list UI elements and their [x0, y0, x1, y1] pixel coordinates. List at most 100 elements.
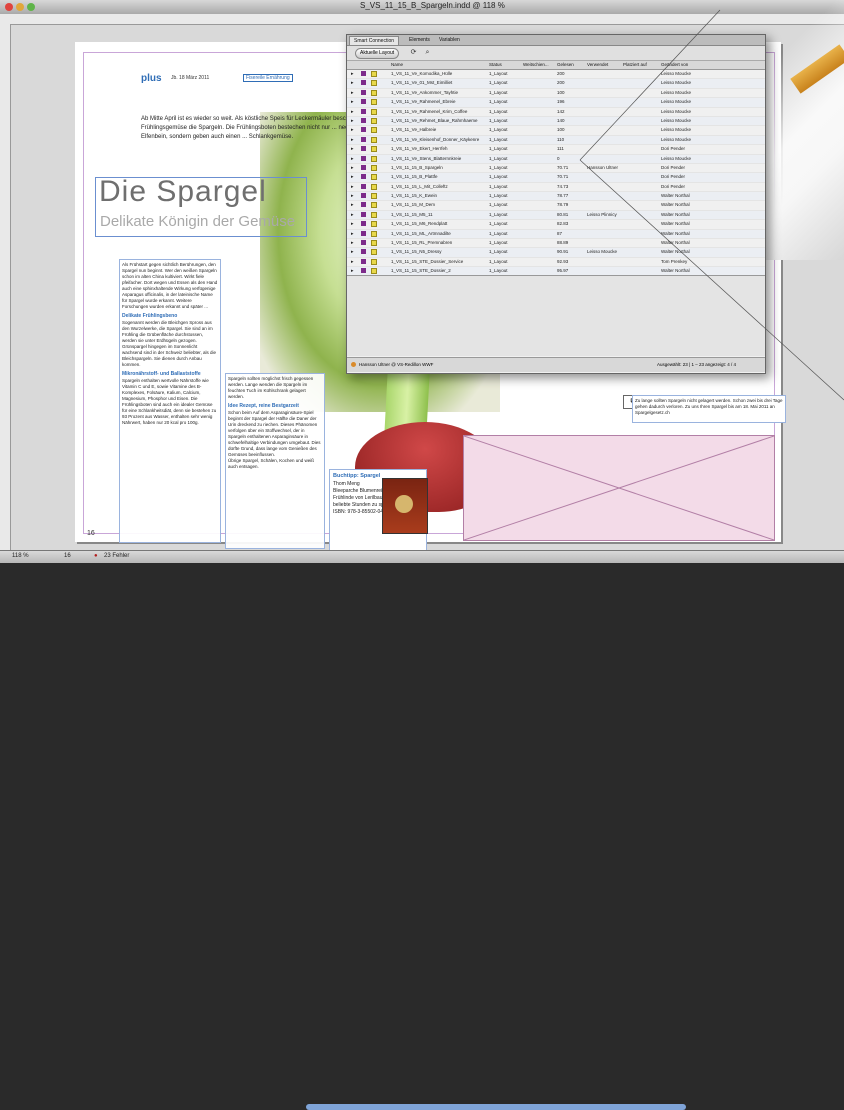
page-number-left: 16 — [87, 530, 95, 537]
text-column-2[interactable]: Spargeln sollten möglichst frisch gegess… — [225, 373, 325, 549]
expand-triangle-icon[interactable]: ▸ — [351, 80, 354, 86]
expand-triangle-icon[interactable]: ▸ — [351, 212, 354, 218]
file-row[interactable]: ▸ 1_VS_11_15_B_Plattfe 1_Layout 70.71 Dori P… — [347, 173, 765, 183]
file-row[interactable]: ▸ 1_VS_11_Ve_Ankommer_Tayhtie 1_Layout 100 L… — [347, 89, 765, 99]
file-row[interactable]: ▸ 1_VS_11_15_M6_Rendplatt 1_Layout 82.83 Wal… — [347, 220, 765, 230]
expand-triangle-icon[interactable]: ▸ — [351, 174, 354, 180]
file-modified-by: Walter Northal — [661, 211, 690, 217]
col-read[interactable]: Gelesen — [557, 62, 574, 67]
intro-text-frame[interactable]: Ab Mitte April ist es wieder so weit. Al… — [141, 115, 371, 142]
file-row[interactable]: ▸ 1_VS_11_15_M5_11 1_Layout 80.81 Leisso Pli… — [347, 210, 765, 221]
section-tag[interactable]: Fisereile Ernährung — [243, 74, 293, 82]
page-selector[interactable]: 16 — [64, 553, 71, 559]
tab-variables[interactable]: Variablen — [435, 36, 464, 44]
file-row[interactable]: ▸ 1_VS_11_15_N5_Dressy 1_Layout 90.91 Leisso… — [347, 248, 765, 258]
file-name: 1_VS_11_Ve_Ekert_Herrfeh — [391, 146, 448, 152]
expand-triangle-icon[interactable]: ▸ — [351, 127, 354, 133]
panel-column-headers: Name Status Weitschien... Gelesen Verwen… — [347, 61, 765, 70]
expand-triangle-icon[interactable]: ▸ — [351, 240, 354, 246]
expand-triangle-icon[interactable]: ▸ — [351, 193, 354, 199]
layout-file-icon — [361, 136, 366, 142]
expand-triangle-icon[interactable]: ▸ — [351, 221, 354, 227]
file-row[interactable]: ▸ 1_VS_11_15_M_Dem 1_Layout 78.79 Walter Nor… — [347, 201, 765, 211]
close-window-button[interactable] — [5, 3, 13, 11]
file-row[interactable]: ▸ 1_VS_11_Ve_Stens_Blatternnkreie 1_Layout… — [347, 154, 765, 164]
file-read-pages: 0 — [557, 155, 560, 161]
file-row[interactable]: ▸ 1_VS_11_Ve_Ekert_Herrfeh 1_Layout 111 Dori… — [347, 145, 765, 155]
file-used-by: Hansson Ultner — [587, 164, 619, 170]
file-name: 1_VS_11_15_B_Plattfe — [391, 174, 438, 180]
preflight-errors[interactable]: 23 Fehler — [104, 553, 129, 559]
file-row[interactable]: ▸ 1_VS_11_Ve_Rahmenel_Ebreie 1_Layout 196 Le… — [347, 98, 765, 108]
horizontal-ruler[interactable] — [0, 14, 844, 25]
file-row[interactable]: ▸ 1_VS_11_Ve_Halbreie 1_Layout 100 Leisso Mo… — [347, 126, 765, 136]
file-row[interactable]: ▸ 1_VS_11_15_ML_Artmnadilte 1_Layout 87 Walt… — [347, 229, 765, 240]
file-row[interactable]: ▸ 1_VS_11_15_RL_Premnabren 1_Layout 88.89 Wa… — [347, 239, 765, 249]
window-title: S_VS_11_15_B_Spargeln.indd @ 118 % — [360, 1, 505, 10]
tab-smart-connection[interactable]: Smart Connection — [349, 36, 400, 45]
col-used[interactable]: Verwendet — [587, 62, 608, 67]
file-read-pages: 196 — [557, 99, 565, 105]
expand-triangle-icon[interactable]: ▸ — [351, 156, 354, 162]
layout-file-icon — [361, 193, 366, 199]
file-modified-by: Leisso Moucke — [661, 99, 692, 105]
file-row[interactable]: ▸ 1_VS_11_Ve_Rahmenel_Krim_Coffee 1_Layout… — [347, 108, 765, 117]
expand-triangle-icon[interactable]: ▸ — [351, 90, 354, 96]
file-row[interactable]: ▸ 1_VS_11_Ve_Rehmet_Blaue_Rahmhaeme 1_Layo… — [347, 116, 765, 127]
file-row[interactable]: ▸ 1_VS_11_15_B_Spargeln 1_Layout 70.71 Hanss… — [347, 164, 765, 174]
vertical-ruler[interactable] — [0, 24, 11, 550]
expand-triangle-icon[interactable]: ▸ — [351, 118, 354, 124]
col-modified-by[interactable]: Geändert von — [661, 62, 688, 67]
file-modified-by: Dori Pender — [661, 146, 686, 152]
search-icon[interactable]: ⌕ — [423, 48, 432, 57]
horizontal-scrollbar[interactable] — [306, 1104, 686, 1110]
expand-triangle-icon[interactable]: ▸ — [351, 99, 354, 105]
file-status: 1_Layout — [489, 183, 508, 189]
expand-triangle-icon[interactable]: ▸ — [351, 202, 354, 208]
expand-triangle-icon[interactable]: ▸ — [351, 137, 354, 143]
file-row[interactable]: ▸ 1_VS_11_15_L_Mit_Colleftz 1_Layout 74.73 D… — [347, 183, 765, 193]
expand-triangle-icon[interactable]: ▸ — [351, 109, 354, 115]
status-folder-icon — [371, 89, 377, 96]
preflight-error-icon[interactable]: ● — [94, 553, 98, 559]
status-folder-icon — [371, 249, 377, 256]
file-row[interactable]: ▸ 1_VS_11_Ve_01_Mst_Eimilliet 1_Layout 200 L… — [347, 79, 765, 89]
file-row[interactable]: ▸ 1_VS_11_15_K_Ewein 1_Layout 78.77 Walter N… — [347, 192, 765, 202]
file-name: 1_VS_11_Ve_Komodika_Hülle — [391, 71, 453, 76]
file-row[interactable]: ▸ 1_VS_11_15_STE_Dossier_Service 1_Layout 9… — [347, 258, 765, 268]
expand-triangle-icon[interactable]: ▸ — [351, 268, 354, 274]
column2-body-3: Übrige Spargel, Schälen, Kochen und weiß… — [228, 458, 315, 469]
panel-file-list[interactable]: ▸ 1_VS_11_Ve_Komodika_Hülle 1_Layout 200 Lei… — [347, 70, 765, 286]
expand-triangle-icon[interactable]: ▸ — [351, 249, 354, 255]
file-read-pages: 90.91 — [557, 249, 569, 255]
current-layout-button[interactable]: Aktuelle Layout — [355, 48, 400, 59]
file-read-pages: 87 — [557, 230, 563, 236]
refresh-icon[interactable]: ⟳ — [409, 48, 418, 57]
expand-triangle-icon[interactable]: ▸ — [351, 184, 354, 190]
empty-image-frame[interactable] — [463, 435, 775, 541]
expand-triangle-icon[interactable]: ▸ — [351, 165, 354, 171]
file-status: 1_Layout — [489, 164, 508, 170]
text-column-1[interactable]: Als Frühstart gegen sichtlich Berührunge… — [119, 259, 221, 543]
file-row[interactable]: ▸ 1_VS_11_Ve_Kleisenhof_Donner_Käykenre 1_… — [347, 135, 765, 146]
zoom-window-button[interactable] — [27, 3, 35, 11]
file-modified-by: Leisso Moucke — [661, 136, 692, 142]
tab-elements[interactable]: Elements — [405, 36, 434, 44]
minimize-window-button[interactable] — [16, 3, 24, 11]
col-name[interactable]: Name — [391, 62, 403, 67]
right-text-frame[interactable]: Zu lange sollten Spargeln nicht gelagert… — [632, 395, 786, 423]
col-placed[interactable]: Platziert auf — [623, 62, 647, 67]
file-row[interactable]: ▸ 1_VS_11_Ve_Komodika_Hülle 1_Layout 200 Lei… — [347, 70, 765, 80]
layout-file-icon — [361, 249, 366, 255]
file-name: 1_VS_11_Ve_Kleisenhof_Donner_Käykenre — [391, 136, 480, 142]
col-status[interactable]: Status — [489, 62, 502, 67]
expand-triangle-icon[interactable]: ▸ — [351, 259, 354, 265]
layout-file-icon — [361, 183, 366, 189]
expand-triangle-icon[interactable]: ▸ — [351, 231, 354, 237]
zoom-level[interactable]: 118 % — [12, 553, 29, 559]
col-workflow[interactable]: Weitschien... — [523, 62, 549, 67]
expand-triangle-icon[interactable]: ▸ — [351, 146, 354, 152]
expand-triangle-icon[interactable]: ▸ — [351, 71, 354, 77]
smart-connection-panel[interactable]: Smart Connection Elements Variablen Aktu… — [346, 34, 766, 374]
status-folder-icon — [371, 268, 377, 275]
